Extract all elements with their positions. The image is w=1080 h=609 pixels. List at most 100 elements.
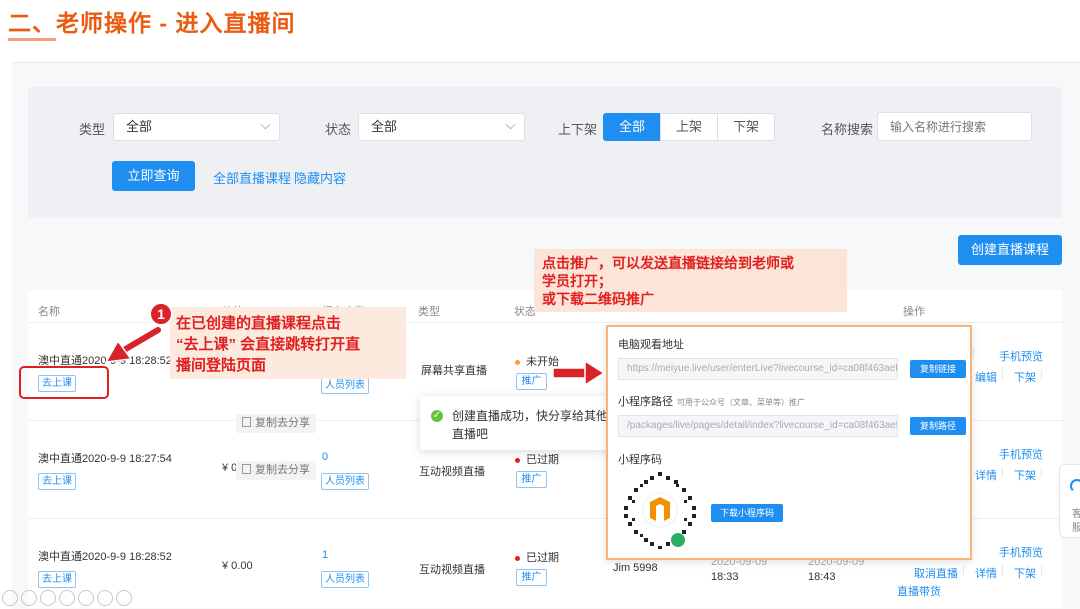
enroll-count[interactable]: 0: [322, 451, 328, 463]
name-search-input[interactable]: [877, 112, 1032, 141]
col-header-type: 类型: [418, 306, 440, 318]
copy-share-label: 复制去分享: [255, 464, 310, 476]
status-text: 已过期: [526, 454, 559, 466]
course-name: 澳中直通2020-9-9 18:27:54: [38, 453, 172, 465]
promotion-popover: 电脑观看地址 https://meiyue.live/user/enterLiv…: [606, 325, 972, 560]
promote-callout: 点击推广，可以发送直播链接给到老师或 学员打开； 或下载二维码推广: [534, 249, 847, 312]
copy-path-button[interactable]: 复制路径: [910, 417, 966, 435]
success-toast: ✓ 创建直播成功，快分享给其他人 直播吧: [420, 396, 620, 450]
enter-class-button[interactable]: 去上课: [38, 571, 76, 588]
page-heading: 二、老师操作 - 进入直播间: [8, 10, 296, 36]
live-commerce-link[interactable]: 直播带货: [897, 583, 941, 599]
status-select[interactable]: 全部: [358, 113, 525, 141]
promote-button[interactable]: 推广: [516, 471, 547, 488]
zoom-icon[interactable]: [97, 590, 113, 606]
price: ¥ 0: [222, 462, 238, 474]
promote-callout-line2: 学员打开；: [542, 273, 612, 289]
copy-icon: [242, 464, 251, 474]
query-button[interactable]: 立即查询: [112, 161, 195, 191]
type-select[interactable]: 全部: [113, 113, 280, 141]
ops-separator: |: [1040, 369, 1043, 380]
filter-area: [28, 87, 1062, 218]
enter-class-callout: 在已创建的直播课程点击 “去上课” 会直接跳转打开直 播间登陆页面: [170, 307, 406, 379]
highlight-box: [19, 366, 109, 399]
ops-separator: |: [1001, 467, 1004, 478]
enroll-count[interactable]: 1: [322, 549, 328, 561]
col-header-name: 名称: [38, 306, 60, 318]
ops-separator: |: [1040, 467, 1043, 478]
promote-callout-line1: 点击推广，可以发送直播链接给到老师或: [542, 255, 794, 271]
unpublish-link[interactable]: 下架: [1014, 467, 1036, 483]
status-text: 未开始: [526, 356, 559, 368]
pen-icon[interactable]: [59, 590, 75, 606]
cancel-live-link[interactable]: 取消直播: [914, 565, 958, 581]
customer-service-widget[interactable]: 客 服: [1059, 464, 1080, 538]
pc-url-field[interactable]: https://meiyue.live/user/enterLive?livec…: [618, 358, 898, 380]
status-filter-label: 状态: [325, 122, 352, 137]
ops-separator: |: [1040, 565, 1043, 576]
all-live-courses-link[interactable]: 全部直播课程: [213, 168, 291, 187]
start-time: 18:33: [711, 571, 739, 583]
ops-separator: |: [1001, 565, 1004, 576]
details-link[interactable]: 详情: [975, 565, 997, 581]
copy-share-button[interactable]: 复制去分享: [236, 414, 316, 433]
copy-link-button[interactable]: 复制链接: [910, 360, 966, 378]
toast-text-line2: 直播吧: [452, 427, 489, 441]
mini-program-qr-icon: [624, 472, 696, 549]
copy-share-button[interactable]: 复制去分享: [236, 461, 316, 480]
check-circle-icon: ✓: [431, 410, 443, 422]
details-link[interactable]: 详情: [975, 467, 997, 483]
promote-button[interactable]: 推广: [516, 373, 547, 390]
qr-title: 小程序码: [618, 454, 662, 466]
live-type: 屏幕共享直播: [421, 365, 487, 377]
end-time: 18:43: [808, 571, 836, 583]
mini-path-field[interactable]: /packages/live/pages/detail/index?liveco…: [618, 415, 898, 437]
mini-path-hint: 可用于公众号（文章、菜单等）推广: [677, 398, 805, 407]
live-type: 互动视频直播: [419, 564, 485, 576]
copy-share-label: 复制去分享: [255, 417, 310, 429]
live-type: 互动视频直播: [419, 466, 485, 478]
shelf-option-all[interactable]: 全部: [603, 113, 661, 141]
col-header-status: 状态: [514, 306, 536, 318]
promote-button[interactable]: 推广: [516, 569, 547, 586]
ops-separator: |: [962, 565, 965, 576]
status-select-value: 全部: [371, 119, 398, 134]
play-icon[interactable]: [21, 590, 37, 606]
edit-link[interactable]: 编辑: [975, 369, 997, 385]
enter-class-button[interactable]: 去上课: [38, 473, 76, 490]
unpublish-link[interactable]: 下架: [1014, 565, 1036, 581]
enter-callout-line2: “去上课” 会直接跳转打开直: [176, 336, 361, 353]
member-list-button[interactable]: 人员列表: [321, 377, 369, 394]
create-live-course-button[interactable]: 创建直播课程: [958, 235, 1062, 265]
copy-icon: [242, 417, 251, 427]
status-badge: 已过期: [515, 451, 559, 467]
next-icon[interactable]: [40, 590, 56, 606]
member-list-button[interactable]: 人员列表: [321, 473, 369, 490]
heading-underline: [8, 38, 56, 41]
member-list-button[interactable]: 人员列表: [321, 571, 369, 588]
slides-icon[interactable]: [78, 590, 94, 606]
status-dot: [515, 457, 520, 463]
hidden-content-link[interactable]: 隐藏内容: [294, 168, 346, 187]
mobile-preview-link[interactable]: 手机预览: [999, 446, 1043, 462]
headset-icon: [1070, 479, 1080, 493]
shelf-option-on[interactable]: 上架: [660, 113, 718, 141]
prev-icon[interactable]: [2, 590, 18, 606]
type-filter-label: 类型: [79, 122, 106, 137]
enter-callout-line3: 播间登陆页面: [176, 357, 267, 374]
ops-separator: |: [972, 348, 975, 359]
service-label-1: 客: [1072, 509, 1080, 520]
service-label-2: 服: [1072, 523, 1080, 534]
col-header-ops: 操作: [903, 306, 925, 318]
step-badge: 1: [149, 302, 173, 326]
more-icon[interactable]: [116, 590, 132, 606]
download-qr-button[interactable]: 下载小程序码: [711, 504, 783, 522]
chevron-down-icon: [260, 119, 271, 130]
shelf-option-off[interactable]: 下架: [717, 113, 775, 141]
mobile-preview-link[interactable]: 手机预览: [999, 544, 1043, 560]
pc-url-title: 电脑观看地址: [618, 339, 684, 351]
toast-text-line1: 创建直播成功，快分享给其他人: [452, 409, 621, 423]
unpublish-link[interactable]: 下架: [1014, 369, 1036, 385]
promote-callout-line3: 或下载二维码推广: [542, 291, 654, 307]
mobile-preview-link[interactable]: 手机预览: [999, 348, 1043, 364]
